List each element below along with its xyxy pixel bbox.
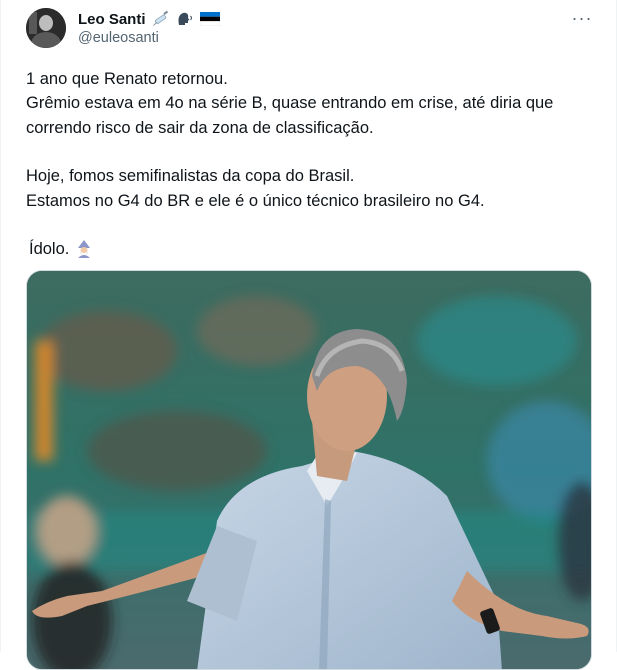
tweet-closing-row: Ídolo.: [29, 237, 596, 261]
author-display-name[interactable]: Leo Santi: [78, 11, 146, 28]
author-name-row: Leo Santi: [78, 9, 220, 29]
tweet-photo[interactable]: [26, 270, 592, 670]
tweet-line: correndo risco de sair da zona de classi…: [26, 118, 374, 137]
tweet-line: Hoje, fomos semifinalistas da copa do Br…: [26, 167, 355, 186]
syringe-icon: [152, 10, 170, 28]
man-mage-icon: [75, 239, 93, 259]
more-options-button[interactable]: ···: [568, 6, 596, 30]
tweet-line: Ídolo.: [29, 240, 70, 259]
author-handle[interactable]: @euleosanti: [78, 30, 159, 46]
tweet-line: 1 ano que Renato retornou.: [26, 70, 228, 88]
estonia-flag-icon: [199, 12, 220, 26]
tweet-line: Estamos no G4 do BR e ele é o único técn…: [26, 191, 485, 210]
tweet-card: Leo Santi @euleosanti ··· 1 ano que Rena…: [0, 0, 617, 670]
speaking-head-icon: [176, 10, 194, 28]
tweet-text: 1 ano que Renato retornou. Grêmio estava…: [26, 67, 596, 261]
avatar[interactable]: [26, 8, 66, 48]
coach-gesturing-photo: [27, 271, 591, 669]
tweet-line: Grêmio estava em 4o na série B, quase en…: [26, 94, 554, 113]
